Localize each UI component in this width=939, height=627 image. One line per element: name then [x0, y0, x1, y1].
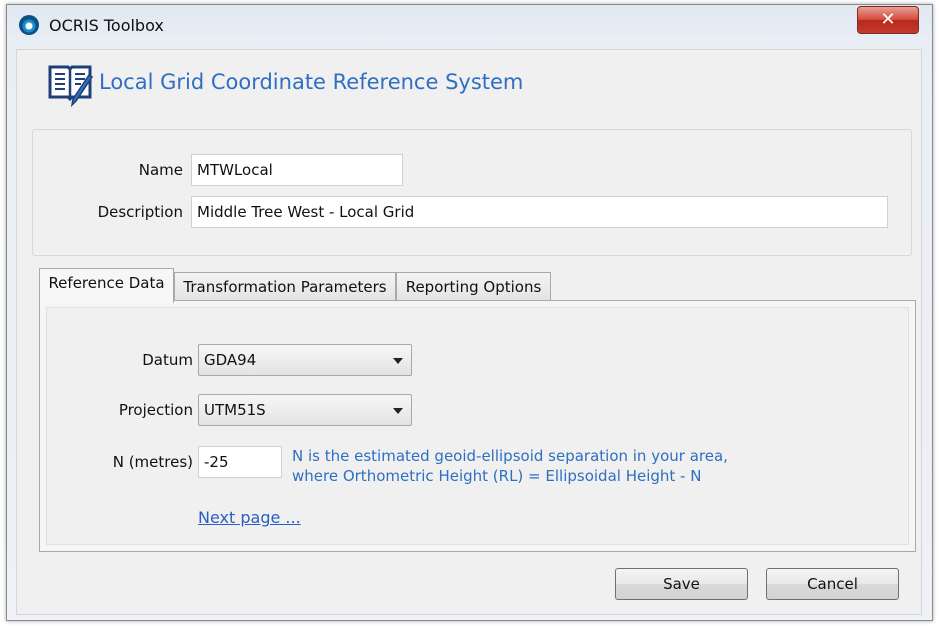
- tab-transformation-parameters[interactable]: Transformation Parameters: [174, 272, 396, 302]
- reference-data-content: Datum GDA94 Projection UTM51S N (metres)…: [46, 307, 909, 545]
- chevron-down-icon: [393, 358, 403, 364]
- title-bar[interactable]: OCRIS Toolbox ✕: [7, 5, 932, 43]
- tab-reference-data[interactable]: Reference Data: [39, 268, 174, 303]
- description-field[interactable]: Middle Tree West - Local Grid: [191, 196, 888, 228]
- n-hint-line-1: N is the estimated geoid-ellipsoid separ…: [292, 447, 728, 465]
- datum-label: Datum: [142, 351, 193, 369]
- datum-select[interactable]: GDA94: [198, 344, 412, 376]
- close-button[interactable]: ✕: [857, 6, 919, 34]
- dialog-window: OCRIS Toolbox ✕ Local Grid Coordinate Re…: [6, 4, 933, 621]
- dialog-body: Local Grid Coordinate Reference System N…: [16, 49, 922, 615]
- ocris-app-icon: [19, 15, 39, 35]
- reference-data-panel: Datum GDA94 Projection UTM51S N (metres)…: [39, 300, 916, 552]
- next-page-link[interactable]: Next page ...: [198, 508, 301, 527]
- tab-reporting-options[interactable]: Reporting Options: [396, 272, 551, 302]
- window-title: OCRIS Toolbox: [49, 16, 164, 35]
- name-field[interactable]: MTWLocal: [191, 154, 403, 186]
- identity-group: Name MTWLocal Description Middle Tree We…: [32, 129, 912, 256]
- n-hint-line-2: where Orthometric Height (RL) = Ellipsoi…: [292, 467, 702, 485]
- projection-value: UTM51S: [204, 401, 266, 419]
- book-edit-icon: [48, 65, 94, 107]
- projection-label: Projection: [118, 401, 193, 419]
- projection-select[interactable]: UTM51S: [198, 394, 412, 426]
- n-metres-field[interactable]: -25: [198, 446, 282, 478]
- datum-value: GDA94: [204, 351, 257, 369]
- dialog-heading: Local Grid Coordinate Reference System: [99, 70, 524, 94]
- save-button[interactable]: Save: [615, 568, 748, 600]
- chevron-down-icon: [393, 408, 403, 414]
- description-label: Description: [97, 203, 183, 221]
- cancel-button[interactable]: Cancel: [766, 568, 899, 600]
- name-label: Name: [138, 161, 183, 179]
- n-metres-label: N (metres): [112, 453, 193, 471]
